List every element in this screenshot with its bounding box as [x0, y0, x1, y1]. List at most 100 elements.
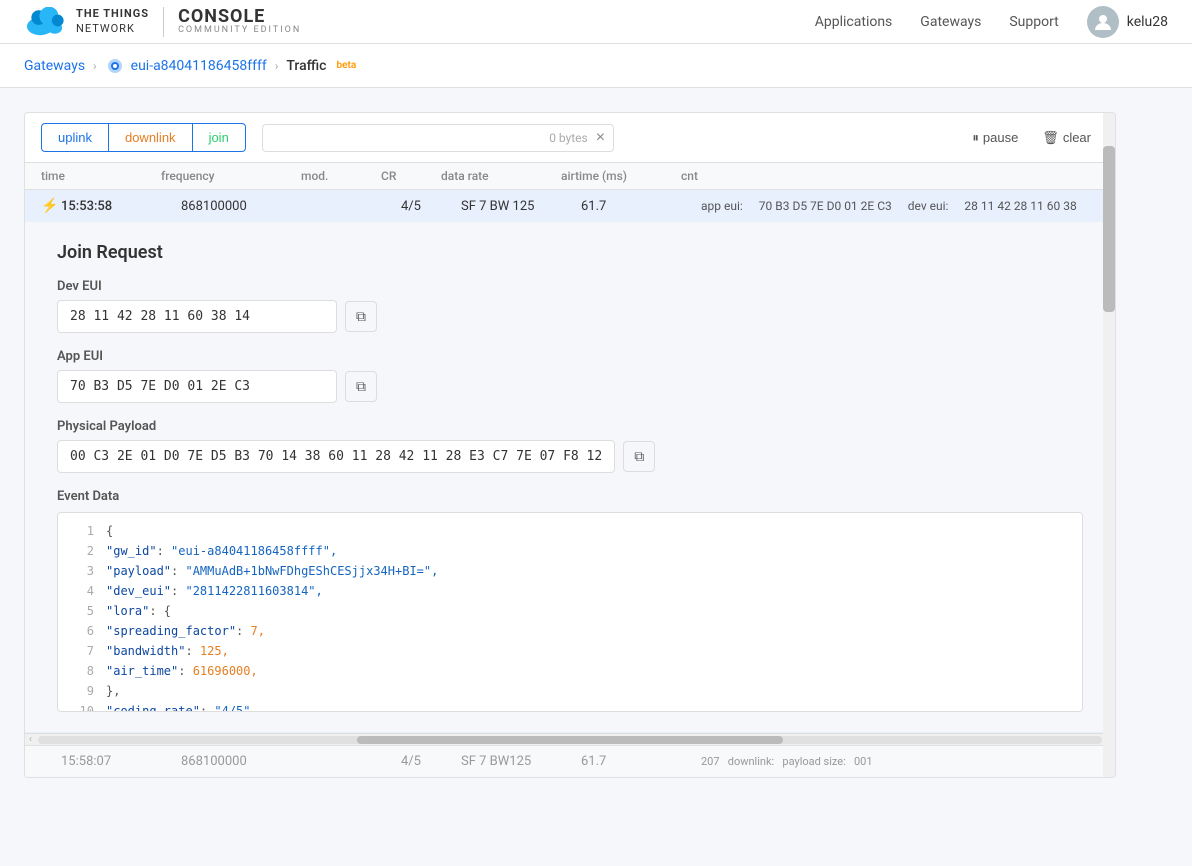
clear-button[interactable]: 🗑 clear [1034, 126, 1099, 150]
app-eui-value: 70 B3 D5 7E D0 01 2E C3 [759, 199, 892, 213]
event-data-label: Event Data [57, 489, 1083, 504]
dev-eui-value: 28 11 42 28 11 60 38 [964, 199, 1076, 213]
payload-label: Physical Payload [57, 419, 1083, 434]
app-eui-field-label: App EUI [57, 349, 1083, 364]
json-line: 7"bandwidth": 125, [58, 641, 1082, 661]
row-cr: 4/5 [401, 199, 461, 214]
ttn-logo-icon [24, 7, 68, 37]
beta-badge: beta [336, 60, 356, 71]
v-scroll-thumb[interactable] [1103, 146, 1115, 312]
copy-dev-eui-button[interactable]: ⧉ [345, 301, 377, 332]
traffic-tab-group: uplink downlink join [41, 123, 246, 152]
col-time: time [41, 169, 161, 183]
json-line: 2"gw_id": "eui-a84041186458ffff", [58, 541, 1082, 561]
horizontal-scrollbar[interactable]: ‹ › [25, 733, 1115, 745]
bottom-extra: 207 downlink: payload size: 001 [701, 755, 1099, 768]
traffic-detail-panel: Join Request Dev EUI 28 11 42 28 11 60 3… [25, 222, 1115, 732]
nav-gateways[interactable]: Gateways [920, 14, 981, 30]
json-line: 10"coding_rate": "4/5", [58, 701, 1082, 712]
brand-name: THE THINGSNETWORK [76, 7, 149, 36]
col-cnt: cnt [681, 169, 1099, 183]
copy-app-icon: ⧉ [356, 378, 366, 394]
breadcrumb-gateway-link[interactable]: eui-a84041186458ffff [105, 56, 267, 76]
col-datarate: data rate [441, 169, 561, 183]
main-content: uplink downlink join 0 bytes × ⏸ pause 🗑… [0, 88, 1140, 802]
main-nav: Applications Gateways Support kelu28 [815, 6, 1168, 38]
dev-eui-value-row: 28 11 42 28 11 60 38 14 ⧉ [57, 300, 1083, 333]
trash-icon: 🗑 [1042, 130, 1059, 146]
col-mod: mod. [301, 169, 381, 183]
json-line: 8"air_time": 61696000, [58, 661, 1082, 681]
payload-group: Physical Payload 00 C3 2E 01 D0 7E D5 B3… [57, 419, 1083, 473]
bottom-cr: 4/5 [401, 754, 461, 769]
user-menu[interactable]: kelu28 [1087, 6, 1168, 38]
tab-downlink[interactable]: downlink [109, 124, 193, 151]
traffic-panel: uplink downlink join 0 bytes × ⏸ pause 🗑… [24, 112, 1116, 778]
copy-icon: ⧉ [356, 308, 366, 324]
h-scroll-thumb[interactable] [357, 736, 783, 744]
col-cr: CR [381, 169, 441, 183]
row-airtime: 61.7 [581, 199, 701, 214]
dev-eui-label: Dev EUI [57, 279, 1083, 294]
dev-eui-value: 28 11 42 28 11 60 38 14 [57, 300, 337, 333]
clear-label: clear [1063, 130, 1091, 145]
breadcrumb-gateways-link[interactable]: Gateways [24, 58, 85, 74]
col-frequency: frequency [161, 169, 301, 183]
breadcrumb-arrow-1: › [93, 59, 97, 73]
pause-button[interactable]: ⏸ pause [964, 126, 1026, 150]
logo-divider [163, 7, 164, 37]
row-time: 15:53:58 [61, 199, 181, 214]
copy-payload-button[interactable]: ⧉ [623, 441, 655, 472]
json-line: 3"payload": "AMMuAdB+1bNwFDhgEShCESjjx34… [58, 561, 1082, 581]
console-subtitle: COMMUNITY EDITION [178, 26, 301, 36]
json-line: 6"spreading_factor": 7, [58, 621, 1082, 641]
logo-area: THE THINGSNETWORK CONSOLE COMMUNITY EDIT… [24, 7, 301, 37]
row-lightning-icon: ⚡ [41, 198, 61, 214]
json-line: 4"dev_eui": "2811422811603814", [58, 581, 1082, 601]
bw-num: 125 [513, 199, 535, 214]
app-eui-group: App EUI 70 B3 D5 7E D0 01 2E C3 ⧉ [57, 349, 1083, 403]
bottom-time: 15:58:07 [61, 754, 181, 769]
payload-value: 00 C3 2E 01 D0 7E D5 B3 70 14 38 60 11 2… [57, 440, 615, 473]
bottom-airtime: 61.7 [581, 754, 701, 769]
search-bytes-label: 0 bytes [271, 131, 588, 145]
bottom-sf-bw: SF 7 BW125 [461, 754, 581, 769]
gateway-icon [105, 56, 125, 76]
json-line: 5"lora": { [58, 601, 1082, 621]
payload-value-row: 00 C3 2E 01 D0 7E D5 B3 70 14 38 60 11 2… [57, 440, 1083, 473]
bottom-freq: 868100000 [181, 754, 321, 769]
app-eui-value-row: 70 B3 D5 7E D0 01 2E C3 ⧉ [57, 370, 1083, 403]
breadcrumb: Gateways › eui-a84041186458ffff › Traffi… [0, 44, 1192, 88]
traffic-row-header[interactable]: ⚡ 15:53:58 868100000 4/5 SF 7 BW 125 61.… [25, 190, 1115, 222]
detail-title: Join Request [57, 242, 1083, 263]
vertical-scrollbar[interactable] [1103, 113, 1115, 777]
dev-eui-group: Dev EUI 28 11 42 28 11 60 38 14 ⧉ [57, 279, 1083, 333]
bw-val: BW [490, 199, 510, 214]
tab-join[interactable]: join [193, 124, 245, 151]
dev-eui-label: dev eui: [908, 199, 949, 213]
copy-app-eui-button[interactable]: ⧉ [345, 371, 377, 402]
nav-applications[interactable]: Applications [815, 14, 893, 30]
bottom-traffic-row[interactable]: 15:58:07 868100000 4/5 SF 7 BW125 61.7 2… [25, 745, 1115, 777]
sf-val: SF 7 [461, 199, 486, 214]
clear-search-button[interactable]: × [596, 129, 605, 147]
col-airtime: airtime (ms) [561, 169, 681, 183]
pause-label: pause [983, 130, 1018, 145]
header-left: THE THINGSNETWORK CONSOLE COMMUNITY EDIT… [24, 7, 301, 37]
breadcrumb-current: Traffic [286, 58, 326, 74]
nav-support[interactable]: Support [1009, 14, 1058, 30]
console-title: CONSOLE [178, 7, 301, 27]
h-scroll-track [38, 736, 1102, 744]
tab-uplink[interactable]: uplink [42, 124, 109, 151]
app-eui-label: app eui: [701, 199, 743, 213]
search-area: 0 bytes × [262, 124, 614, 152]
json-viewer[interactable]: 1{2"gw_id": "eui-a84041186458ffff",3"pay… [57, 512, 1083, 712]
header: THE THINGSNETWORK CONSOLE COMMUNITY EDIT… [0, 0, 1192, 44]
table-header: time frequency mod. CR data rate airtime… [25, 163, 1115, 190]
h-scroll-left-arrow[interactable]: ‹ [25, 734, 36, 745]
pause-icon: ⏸ [972, 130, 979, 146]
row-eui-section: app eui: 70 B3 D5 7E D0 01 2E C3 dev eui… [701, 199, 1099, 213]
row-datarate: SF 7 BW 125 [461, 199, 581, 214]
traffic-row-expanded: ⚡ 15:53:58 868100000 4/5 SF 7 BW 125 61.… [25, 190, 1115, 733]
toolbar: uplink downlink join 0 bytes × ⏸ pause 🗑… [25, 113, 1115, 163]
